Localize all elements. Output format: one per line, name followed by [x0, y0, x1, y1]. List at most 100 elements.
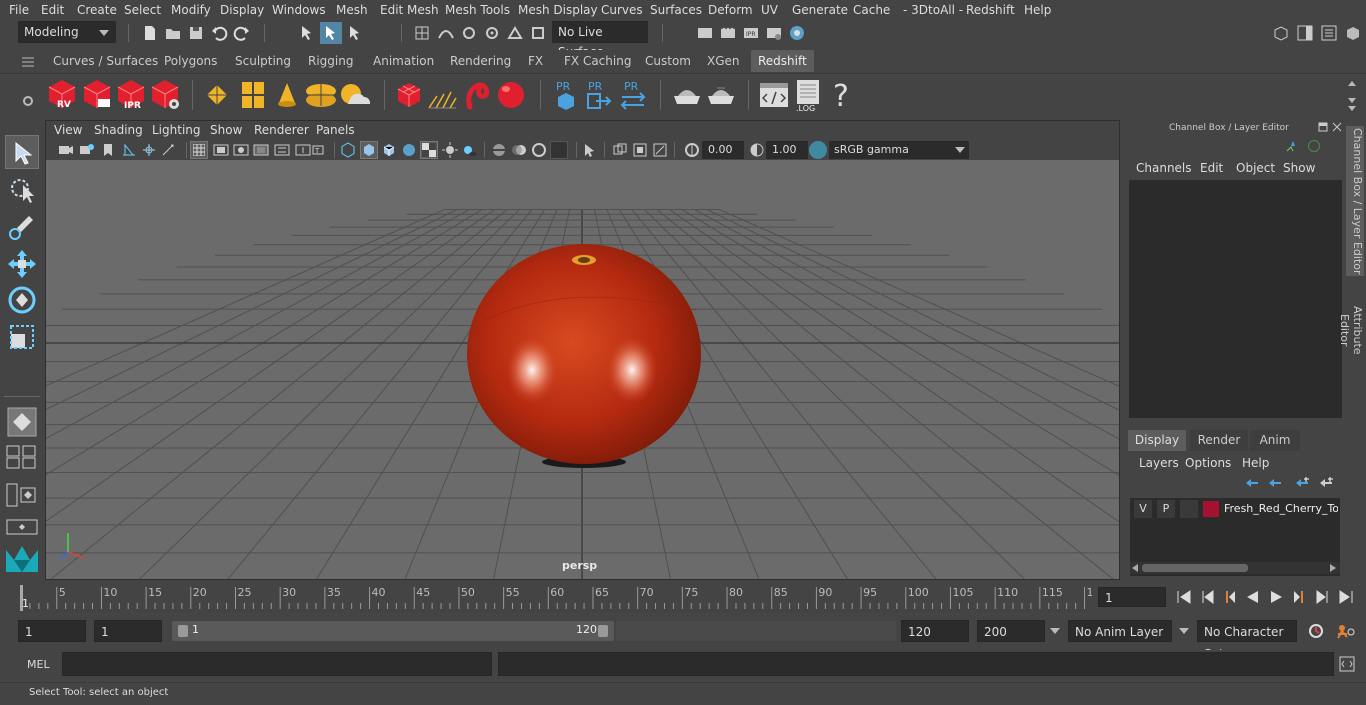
redshift-sphere-icon[interactable] [494, 79, 528, 111]
viewport-menu-show[interactable]: Show [210, 123, 242, 137]
bookmark-icon[interactable] [101, 143, 115, 157]
layers-menu[interactable]: Layers [1139, 456, 1179, 470]
field-chart-icon[interactable] [274, 143, 290, 157]
menu-surfaces[interactable]: Surfaces [650, 3, 702, 17]
exposure-icon[interactable] [684, 142, 700, 158]
chevron-down-icon[interactable] [1050, 628, 1060, 634]
menu-3dtoall[interactable]: - 3DtoAll - [903, 3, 963, 17]
ambient-occlusion-icon[interactable] [491, 142, 507, 158]
range-slider-end-handle[interactable] [598, 625, 608, 637]
layer-row[interactable]: V P Fresh_Red_Cherry_Tomato [1130, 498, 1340, 520]
current-frame-field[interactable]: 1 [1098, 587, 1166, 607]
shelf-menu-icon[interactable] [22, 57, 34, 67]
tab-polygons[interactable]: Polygons [157, 50, 224, 72]
go-to-start-icon[interactable] [1175, 588, 1193, 606]
scroll-right-icon[interactable] [1330, 564, 1336, 572]
redshift-render-view-icon[interactable]: RV [45, 77, 79, 111]
select-component-icon[interactable] [346, 24, 364, 42]
scrollbar-thumb[interactable] [1142, 564, 1248, 572]
layer-display-type-toggle[interactable] [1180, 500, 1198, 518]
command-input[interactable] [62, 652, 492, 676]
range-slider-start-handle[interactable] [178, 625, 188, 637]
channels-edit-menu[interactable]: Edit [1200, 161, 1223, 175]
exposure-field[interactable]: 0.00 [702, 141, 744, 159]
wireframe-icon[interactable] [340, 142, 356, 158]
range-slider[interactable]: 1 120 [172, 621, 614, 641]
tab-curves-surfaces[interactable]: Curves / Surfaces [46, 50, 165, 72]
scale-tool-icon[interactable] [5, 320, 39, 354]
hypershade-icon[interactable] [788, 24, 806, 42]
lasso-tool-icon[interactable] [5, 173, 39, 207]
camera-select-icon[interactable] [58, 143, 74, 157]
depth-of-field-toggle[interactable] [550, 141, 568, 159]
side-tab-channel-box[interactable]: Channel Box / Layer Editor [1346, 126, 1364, 276]
play-forward-icon[interactable] [1267, 588, 1285, 606]
playback-end-field[interactable]: 120 [901, 620, 969, 642]
smooth-shade-toggle[interactable] [360, 141, 378, 159]
menu-edit[interactable]: Edit [41, 3, 64, 17]
tab-render[interactable]: Render [1190, 430, 1248, 451]
color-space-dropdown[interactable]: sRGB gamma [829, 141, 969, 159]
new-layer-selected-icon[interactable] [1318, 476, 1334, 490]
workspace-dropdown[interactable]: Modeling [18, 21, 116, 43]
graph-layout-icon[interactable] [5, 518, 39, 536]
tab-rendering[interactable]: Rendering [443, 50, 518, 72]
light-icon[interactable] [442, 142, 458, 158]
shelf-scroll-icon[interactable] [1346, 78, 1358, 112]
tab-fx[interactable]: FX [521, 50, 550, 72]
channel-list[interactable] [1129, 180, 1342, 418]
xray-joints-icon[interactable] [632, 142, 648, 158]
undo-icon[interactable] [210, 24, 228, 42]
shelf-options-icon[interactable] [22, 80, 34, 110]
make-live-icon[interactable] [529, 24, 547, 42]
menu-file[interactable]: File [9, 3, 29, 17]
script-editor-icon[interactable] [1338, 655, 1356, 673]
shadows-icon[interactable] [462, 142, 478, 158]
snap-curve-icon[interactable] [437, 24, 455, 42]
anti-aliasing-icon[interactable] [531, 142, 547, 158]
step-forward-key-icon[interactable] [1313, 588, 1331, 606]
menu-help[interactable]: Help [1024, 3, 1051, 17]
open-scene-icon[interactable] [164, 24, 182, 42]
menu-redshift[interactable]: Redshift [966, 3, 1015, 17]
tab-sculpting[interactable]: Sculpting [228, 50, 298, 72]
viewport-menu-lighting[interactable]: Lighting [152, 123, 201, 137]
snap-point-icon[interactable] [460, 24, 478, 42]
gamma-field[interactable]: 1.00 [766, 141, 808, 159]
step-back-frame-icon[interactable] [1221, 588, 1239, 606]
side-tab-attribute-editor[interactable]: Attribute Editor [1338, 288, 1364, 372]
redshift-volume-icon[interactable] [238, 80, 268, 110]
move-tool-icon[interactable] [5, 247, 39, 281]
motion-blur-icon[interactable] [511, 142, 527, 158]
redshift-sun-sky-icon[interactable] [338, 80, 372, 110]
viewport-menu-view[interactable]: View [54, 123, 82, 137]
redshift-log-icon[interactable]: .LOG [794, 78, 824, 112]
menu-edit-mesh[interactable]: Edit Mesh [380, 3, 439, 17]
use-all-lights-toggle[interactable] [420, 141, 438, 159]
toggle-attribute-icon[interactable] [1320, 24, 1338, 42]
ipr-render-icon[interactable]: IPR [742, 24, 760, 42]
move-layer-down-icon[interactable] [1267, 476, 1283, 490]
animation-preferences-icon[interactable] [1334, 622, 1356, 640]
layer-visibility-toggle[interactable]: V [1134, 500, 1152, 518]
move-layer-up-icon[interactable] [1244, 476, 1260, 490]
time-slider[interactable]: 5 10 15 20 25 30 35 40 45 50 55 60 65 70 75 80 85 90 95 100… [0, 580, 1366, 618]
gamma-icon[interactable] [749, 142, 765, 158]
menu-uv[interactable]: UV [761, 3, 778, 17]
channels-object-menu[interactable]: Object [1236, 161, 1275, 175]
color-management-toggle[interactable] [809, 141, 827, 159]
render-view-icon[interactable] [696, 24, 714, 42]
menu-mesh-tools[interactable]: Mesh Tools [445, 3, 510, 17]
time-ruler[interactable]: 5 10 15 20 25 30 35 40 45 50 55 60 65 70 75 80 85 90 95 100… [18, 583, 1101, 613]
viewport-menu-panels[interactable]: Panels [316, 123, 355, 137]
options-menu[interactable]: Options [1185, 456, 1231, 470]
resolution-gate-icon[interactable] [233, 143, 249, 157]
render-current-frame-icon[interactable] [719, 24, 737, 42]
layer-playback-toggle[interactable]: P [1157, 500, 1175, 518]
menu-cache[interactable]: Cache [853, 3, 890, 17]
menu-generate[interactable]: Generate [792, 3, 848, 17]
layer-horizontal-scrollbar[interactable] [1130, 562, 1340, 574]
viewport-menu-shading[interactable]: Shading [94, 123, 143, 137]
render-settings-icon[interactable] [765, 24, 783, 42]
3d-viewport-canvas[interactable]: persp [46, 160, 1119, 579]
